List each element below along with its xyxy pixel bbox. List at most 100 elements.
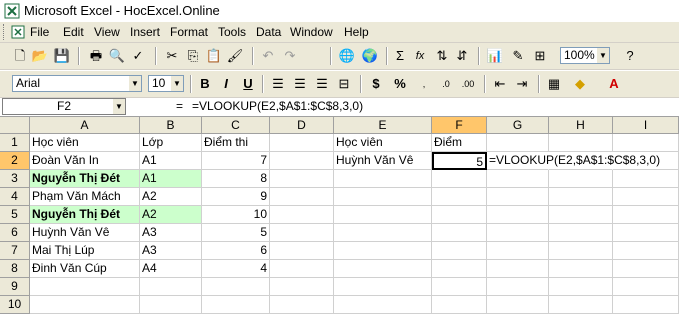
- cell-g3[interactable]: [487, 170, 549, 188]
- cell-i3[interactable]: [613, 170, 679, 188]
- cell-d5[interactable]: [270, 206, 334, 224]
- comma-style-icon[interactable]: ,: [414, 74, 434, 94]
- cell-i2[interactable]: [613, 152, 679, 170]
- select-all-corner[interactable]: [0, 117, 30, 134]
- cell-b2[interactable]: A1: [140, 152, 202, 170]
- decrease-indent-icon[interactable]: ⇤: [490, 74, 510, 94]
- column-header-c[interactable]: C: [202, 117, 270, 134]
- row-header-1[interactable]: 1: [0, 134, 30, 152]
- column-header-a[interactable]: A: [30, 117, 140, 134]
- cell-i8[interactable]: [613, 260, 679, 278]
- cell-g1[interactable]: [487, 134, 549, 152]
- cell-h10[interactable]: [549, 296, 613, 314]
- cell-a8[interactable]: Đinh Văn Cúp: [30, 260, 140, 278]
- row-header-9[interactable]: 9: [0, 278, 30, 296]
- cell-f6[interactable]: [432, 224, 487, 242]
- chevron-down-icon[interactable]: ▼: [171, 76, 183, 91]
- cell-i4[interactable]: [613, 188, 679, 206]
- cell-c5[interactable]: 10: [202, 206, 270, 224]
- underline-button[interactable]: U: [238, 74, 258, 94]
- align-left-icon[interactable]: ☰: [268, 74, 288, 94]
- autosum-icon[interactable]: Σ: [390, 46, 410, 66]
- spelling-icon[interactable]: ✓: [128, 46, 148, 66]
- cell-b7[interactable]: A3: [140, 242, 202, 260]
- zoom-icon[interactable]: ⊞: [530, 46, 550, 66]
- row-header-5[interactable]: 5: [0, 206, 30, 224]
- cell-g7[interactable]: [487, 242, 549, 260]
- insert-function-icon[interactable]: fx: [410, 46, 430, 66]
- column-header-f[interactable]: F: [432, 117, 487, 134]
- cell-f8[interactable]: [432, 260, 487, 278]
- cell-e6[interactable]: [334, 224, 432, 242]
- cell-b8[interactable]: A4: [140, 260, 202, 278]
- row-header-6[interactable]: 6: [0, 224, 30, 242]
- cell-g6[interactable]: [487, 224, 549, 242]
- borders-icon[interactable]: ▦: [544, 74, 564, 94]
- column-header-g[interactable]: G: [487, 117, 549, 134]
- cell-d3[interactable]: [270, 170, 334, 188]
- cell-f7[interactable]: [432, 242, 487, 260]
- cell-b9[interactable]: [140, 278, 202, 296]
- cell-e4[interactable]: [334, 188, 432, 206]
- cell-h8[interactable]: [549, 260, 613, 278]
- formula-input[interactable]: =VLOOKUP(E2,$A$1:$C$8,3,0): [192, 99, 363, 113]
- cell-f3[interactable]: [432, 170, 487, 188]
- cell-g10[interactable]: [487, 296, 549, 314]
- cell-a2[interactable]: Đoàn Văn In: [30, 152, 140, 170]
- cell-b3[interactable]: A1: [140, 170, 202, 188]
- cell-c6[interactable]: 5: [202, 224, 270, 242]
- new-icon[interactable]: 🗋: [10, 46, 30, 66]
- font-size-select[interactable]: 10 ▼: [148, 75, 184, 92]
- zoom-select[interactable]: 100% ▼: [560, 47, 610, 64]
- cell-g5[interactable]: [487, 206, 549, 224]
- cell-h3[interactable]: [549, 170, 613, 188]
- menu-file[interactable]: File: [30, 25, 49, 39]
- cell-i7[interactable]: [613, 242, 679, 260]
- cell-b10[interactable]: [140, 296, 202, 314]
- cell-a9[interactable]: [30, 278, 140, 296]
- row-header-2[interactable]: 2: [0, 152, 30, 170]
- cell-g8[interactable]: [487, 260, 549, 278]
- cell-a7[interactable]: Mai Thị Lúp: [30, 242, 140, 260]
- cell-a6[interactable]: Huỳnh Văn Vê: [30, 224, 140, 242]
- drawing-icon[interactable]: ✎: [508, 46, 528, 66]
- cell-h5[interactable]: [549, 206, 613, 224]
- name-box[interactable]: F2 ▼: [2, 98, 126, 115]
- menu-window[interactable]: Window: [290, 25, 333, 39]
- format-painter-icon[interactable]: 🖌: [225, 46, 245, 66]
- print-preview-icon[interactable]: 🔍: [107, 46, 127, 66]
- currency-button[interactable]: $: [366, 74, 386, 94]
- font-name-select[interactable]: Arial ▼: [12, 75, 142, 92]
- print-icon[interactable]: 🖶: [86, 46, 106, 66]
- paste-icon[interactable]: 📋: [204, 46, 224, 66]
- row-header-10[interactable]: 10: [0, 296, 30, 314]
- cell-c10[interactable]: [202, 296, 270, 314]
- menu-help[interactable]: Help: [344, 25, 369, 39]
- cell-c7[interactable]: 6: [202, 242, 270, 260]
- cell-h4[interactable]: [549, 188, 613, 206]
- column-header-i[interactable]: I: [613, 117, 679, 134]
- cell-c4[interactable]: 9: [202, 188, 270, 206]
- cell-d4[interactable]: [270, 188, 334, 206]
- cell-c2[interactable]: 7: [202, 152, 270, 170]
- cell-b4[interactable]: A2: [140, 188, 202, 206]
- cell-e5[interactable]: [334, 206, 432, 224]
- cell-e10[interactable]: [334, 296, 432, 314]
- cell-f10[interactable]: [432, 296, 487, 314]
- open-icon[interactable]: 📂: [30, 46, 50, 66]
- cell-d2[interactable]: [270, 152, 334, 170]
- cell-e7[interactable]: [334, 242, 432, 260]
- workbook-icon[interactable]: [10, 24, 26, 40]
- web-icon[interactable]: 🌍: [360, 46, 380, 66]
- cell-f1[interactable]: Điểm: [432, 134, 487, 152]
- chevron-down-icon[interactable]: ▼: [597, 48, 609, 63]
- font-color-icon[interactable]: A: [604, 74, 624, 94]
- cell-d10[interactable]: [270, 296, 334, 314]
- cell-e1[interactable]: Học viên: [334, 134, 432, 152]
- align-center-icon[interactable]: ☰: [290, 74, 310, 94]
- menubar-grip[interactable]: [3, 24, 7, 40]
- align-right-icon[interactable]: ☰: [312, 74, 332, 94]
- cell-a10[interactable]: [30, 296, 140, 314]
- hyperlink-icon[interactable]: 🌐: [337, 46, 357, 66]
- cell-e9[interactable]: [334, 278, 432, 296]
